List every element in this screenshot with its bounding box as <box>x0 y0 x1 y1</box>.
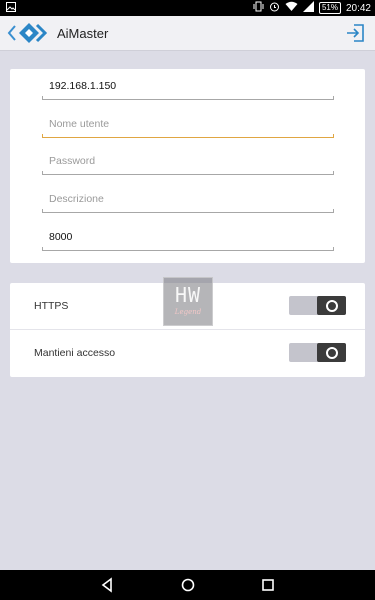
navigation-bar <box>0 570 375 600</box>
toggle-knob <box>317 343 346 362</box>
username-placeholder: Nome utente <box>49 118 110 130</box>
description-placeholder: Descrizione <box>49 193 104 205</box>
battery-indicator: 51% <box>318 2 341 14</box>
app-bar: AiMaster <box>0 16 375 51</box>
watermark-mark: HW <box>174 283 202 307</box>
host-value: 192.168.1.150 <box>49 80 117 92</box>
login-icon[interactable] <box>345 23 365 43</box>
password-placeholder: Password <box>49 155 96 167</box>
watermark-logo: HW Legend <box>163 277 213 326</box>
https-label: HTTPS <box>34 300 69 312</box>
port-value: 8000 <box>49 231 73 243</box>
https-toggle[interactable] <box>289 296 346 315</box>
field-underline <box>42 134 334 138</box>
connection-form-card: 192.168.1.150 Nome utente Password Descr… <box>10 69 365 263</box>
keep-login-label: Mantieni accesso <box>34 347 116 359</box>
keep-login-toggle[interactable] <box>289 343 346 362</box>
description-field[interactable]: Descrizione <box>42 191 334 213</box>
host-field[interactable]: 192.168.1.150 <box>42 78 334 100</box>
wifi-icon <box>285 1 298 15</box>
back-arrow-icon[interactable] <box>6 22 18 44</box>
recents-square-icon[interactable] <box>260 577 276 593</box>
password-field[interactable]: Password <box>42 153 334 175</box>
page-title: AiMaster <box>57 26 109 41</box>
field-underline <box>42 96 334 100</box>
port-field[interactable]: 8000 <box>42 229 334 251</box>
status-time: 20:42 <box>345 2 371 14</box>
field-underline <box>42 247 334 251</box>
signal-icon <box>302 1 314 15</box>
app-logo-icon <box>19 23 48 43</box>
vibrate-icon <box>253 1 264 15</box>
status-bar: 51% 20:42 <box>0 0 375 16</box>
image-notification-icon <box>6 2 16 15</box>
field-underline <box>42 209 334 213</box>
keep-login-row: Mantieni accesso <box>10 330 365 376</box>
username-field[interactable]: Nome utente <box>42 116 334 138</box>
watermark-text: Legend <box>174 308 202 316</box>
alarm-icon <box>269 1 280 15</box>
home-circle-icon[interactable] <box>180 577 196 593</box>
back-triangle-icon[interactable] <box>99 577 115 593</box>
field-underline <box>42 171 334 175</box>
toggle-knob <box>317 296 346 315</box>
